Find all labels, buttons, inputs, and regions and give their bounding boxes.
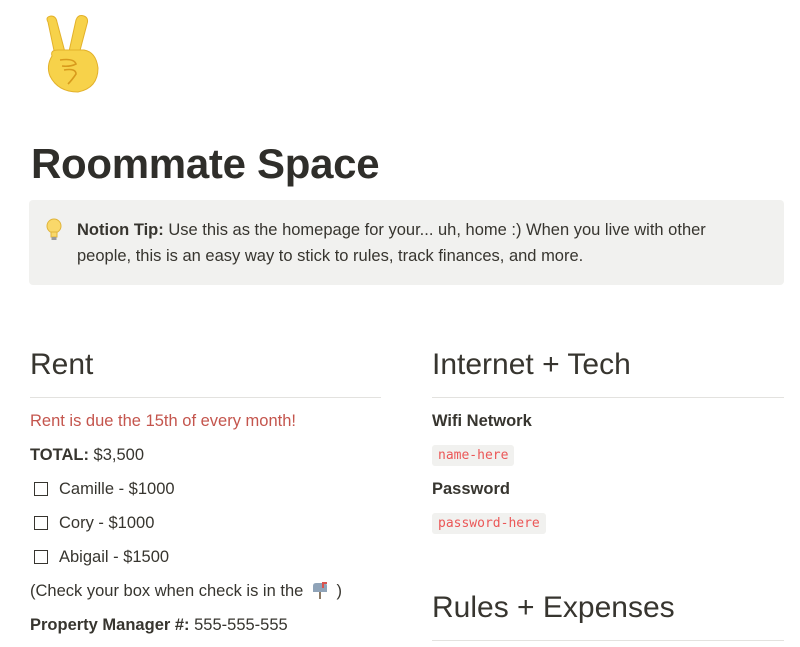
mailbox-icon [312, 582, 327, 599]
lightbulb-icon [46, 218, 62, 240]
victory-hand-emoji-icon[interactable] [40, 14, 104, 94]
rules-heading[interactable]: Rules + Expenses [432, 540, 784, 640]
todo-checkbox[interactable] [34, 550, 48, 564]
todo-checkbox[interactable] [34, 516, 48, 530]
todo-item[interactable]: Cory - $1000 [30, 506, 381, 540]
callout-bold-label: Notion Tip: [77, 221, 164, 239]
property-manager[interactable]: Property Manager #: 555-555-555 [30, 608, 381, 642]
callout-text-1: Use this as the homepage for your... uh,… [163, 221, 706, 239]
rent-total-label: TOTAL: [30, 446, 89, 464]
password-value-row: password-here [432, 506, 784, 540]
internet-heading[interactable]: Internet + Tech [432, 330, 784, 397]
rent-total[interactable]: TOTAL: $3,500 [30, 438, 381, 472]
rent-heading[interactable]: Rent [30, 330, 381, 397]
property-manager-label: Property Manager #: [30, 616, 190, 634]
wifi-network-value-row: name-here [432, 438, 784, 472]
rent-divider [30, 397, 381, 398]
wifi-network-code[interactable]: name-here [432, 445, 515, 466]
callout-line-1: Notion Tip: Use this as the homepage for… [77, 217, 764, 243]
check-note-text: (Check your box when check is in the [30, 582, 304, 600]
password-code[interactable]: password-here [432, 513, 546, 534]
rent-due-note[interactable]: Rent is due the 15th of every month! [30, 404, 381, 438]
wifi-network-label[interactable]: Wifi Network [432, 404, 784, 438]
check-note[interactable]: (Check your box when check is in the ) [30, 574, 381, 608]
check-note-close: ) [336, 582, 343, 600]
rules-divider [432, 640, 784, 641]
rent-total-value: $3,500 [88, 446, 145, 464]
internet-divider [432, 397, 784, 398]
todo-label: Cory - $1000 [59, 514, 155, 532]
internet-column: Internet + Tech Wifi Network name-here P… [432, 330, 784, 647]
page-title[interactable]: Roommate Space [31, 138, 380, 190]
rent-column: Rent Rent is due the 15th of every month… [30, 330, 381, 642]
todo-item[interactable]: Camille - $1000 [30, 472, 381, 506]
callout-line-2: people, this is an easy way to stick to … [77, 247, 584, 265]
property-manager-value: 555-555-555 [189, 616, 288, 634]
notion-tip-callout[interactable]: Notion Tip: Use this as the homepage for… [29, 200, 784, 285]
todo-item[interactable]: Abigail - $1500 [30, 540, 381, 574]
todo-checkbox[interactable] [34, 482, 48, 496]
todo-label: Abigail - $1500 [59, 548, 170, 566]
password-label[interactable]: Password [432, 472, 784, 506]
todo-label: Camille - $1000 [59, 480, 175, 498]
